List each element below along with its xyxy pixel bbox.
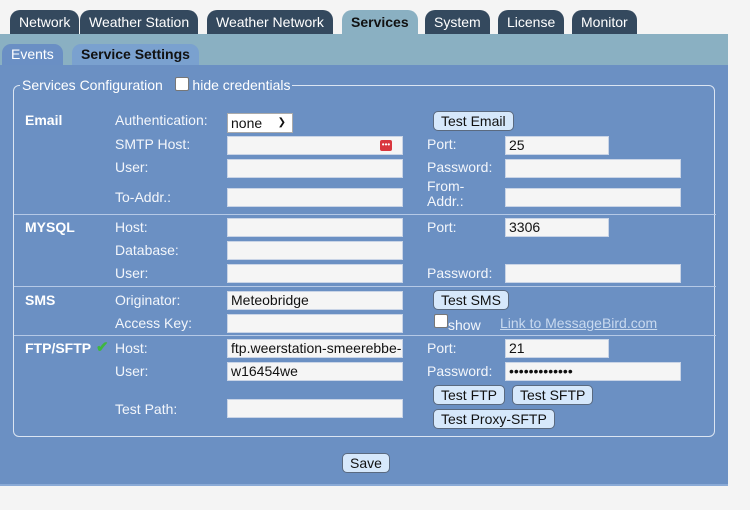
smtp-host-input[interactable]: ••• bbox=[227, 136, 403, 155]
authentication-value: none bbox=[231, 115, 263, 131]
access-key-input[interactable] bbox=[227, 314, 403, 333]
mysql-database-input[interactable] bbox=[227, 241, 403, 260]
mysql-port-input[interactable]: 3306 bbox=[505, 218, 609, 237]
tab-system[interactable]: System bbox=[425, 10, 490, 34]
email-port-label: Port: bbox=[427, 136, 457, 152]
test-path-label: Test Path: bbox=[115, 401, 178, 417]
tab-network[interactable]: Network bbox=[10, 10, 80, 34]
show-key-checkbox[interactable] bbox=[434, 314, 448, 328]
services-configuration: Services Configuration hide credentials … bbox=[13, 77, 716, 437]
from-addr-label-line1: From- bbox=[427, 178, 465, 194]
chevron-down-icon: ❯ bbox=[277, 117, 286, 128]
mysql-password-label: Password: bbox=[427, 265, 493, 281]
access-key-label: Access Key: bbox=[115, 315, 193, 331]
ftp-password-label: Password: bbox=[427, 363, 493, 379]
mysql-user-input[interactable] bbox=[227, 264, 403, 283]
test-proxy-sftp-button[interactable]: Test Proxy-SFTP bbox=[433, 409, 555, 429]
mysql-user-label: User: bbox=[115, 265, 149, 281]
ftp-port-label: Port: bbox=[427, 340, 457, 356]
config-legend-title: Services Configuration bbox=[22, 77, 163, 93]
email-section-title: Email bbox=[25, 112, 63, 128]
mysql-password-input[interactable] bbox=[505, 264, 681, 283]
test-path-input[interactable] bbox=[227, 399, 403, 418]
messagebird-link[interactable]: Link to MessageBird.com bbox=[500, 315, 657, 331]
from-addr-label: From- Addr.: bbox=[427, 179, 464, 209]
test-sftp-button[interactable]: Test SFTP bbox=[512, 385, 594, 405]
ftp-section-title: FTP/SFTP bbox=[25, 340, 92, 356]
email-user-label: User: bbox=[115, 159, 149, 175]
config-legend: Services Configuration hide credentials bbox=[20, 77, 292, 93]
mysql-host-input[interactable] bbox=[227, 218, 403, 237]
email-password-label: Password: bbox=[427, 159, 493, 175]
email-user-input[interactable] bbox=[227, 159, 403, 178]
settings-panel: Services Configuration hide credentials … bbox=[0, 65, 728, 486]
sub-tab-bar: Events Service Settings bbox=[0, 34, 728, 65]
ftp-host-label: Host: bbox=[115, 340, 148, 356]
checkmark-icon: ✔ bbox=[96, 339, 109, 356]
authentication-label: Authentication: bbox=[115, 112, 208, 128]
hide-credentials-checkbox[interactable] bbox=[174, 77, 189, 91]
test-sms-button[interactable]: Test SMS bbox=[433, 290, 509, 310]
sms-section-title: SMS bbox=[25, 292, 56, 308]
subtab-events[interactable]: Events bbox=[2, 44, 63, 65]
mysql-host-label: Host: bbox=[115, 219, 148, 235]
show-key-label: show bbox=[448, 317, 481, 333]
to-addr-input[interactable] bbox=[227, 188, 403, 207]
tab-monitor[interactable]: Monitor bbox=[572, 10, 637, 34]
tab-license[interactable]: License bbox=[498, 10, 565, 34]
hide-credentials-label: hide credentials bbox=[192, 77, 291, 93]
save-button[interactable]: Save bbox=[342, 453, 390, 473]
divider bbox=[14, 335, 716, 336]
subtab-service-settings[interactable]: Service Settings bbox=[72, 44, 199, 65]
originator-label: Originator: bbox=[115, 292, 181, 308]
main-tabs: Network Weather Station Weather Network … bbox=[0, 10, 750, 34]
email-port-input[interactable]: 25 bbox=[505, 136, 609, 155]
mysql-database-label: Database: bbox=[115, 242, 179, 258]
authentication-select[interactable]: none ❯ bbox=[227, 113, 293, 133]
from-addr-input[interactable] bbox=[505, 188, 681, 207]
originator-input[interactable]: Meteobridge bbox=[227, 291, 403, 310]
to-addr-label: To-Addr.: bbox=[115, 189, 172, 205]
divider bbox=[14, 214, 716, 215]
tab-services[interactable]: Services bbox=[342, 10, 418, 34]
test-ftp-button[interactable]: Test FTP bbox=[433, 385, 506, 405]
ftp-host-input[interactable]: ftp.weerstation-smeerebbe- bbox=[227, 339, 403, 358]
mysql-section-title: MYSQL bbox=[25, 219, 75, 235]
password-manager-icon[interactable]: ••• bbox=[380, 140, 392, 151]
from-addr-label-line2: Addr.: bbox=[427, 193, 464, 209]
tab-weather-station[interactable]: Weather Station bbox=[80, 10, 199, 34]
ftp-user-label: User: bbox=[115, 363, 149, 379]
ftp-password-input[interactable]: ••••••••••••• bbox=[505, 362, 681, 381]
ftp-port-input[interactable]: 21 bbox=[505, 339, 609, 358]
email-password-input[interactable] bbox=[505, 159, 681, 178]
smtp-host-label: SMTP Host: bbox=[115, 136, 191, 152]
mysql-port-label: Port: bbox=[427, 219, 457, 235]
divider bbox=[14, 286, 716, 287]
tab-weather-network[interactable]: Weather Network bbox=[207, 10, 333, 34]
ftp-user-input[interactable]: w16454we bbox=[227, 362, 403, 381]
test-email-button[interactable]: Test Email bbox=[433, 111, 514, 131]
